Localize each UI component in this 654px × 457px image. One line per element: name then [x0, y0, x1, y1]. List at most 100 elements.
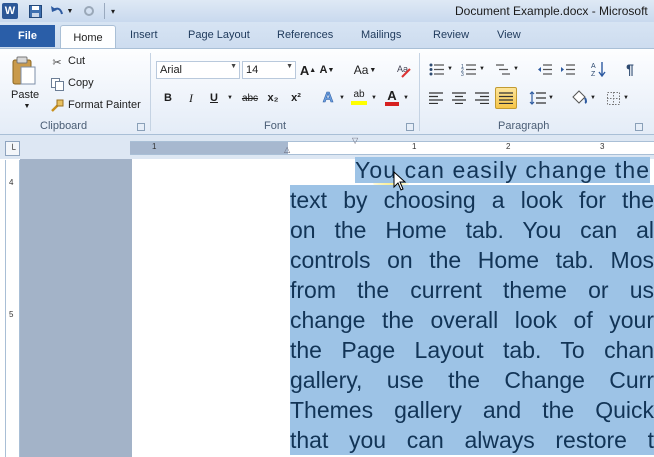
subscript-button[interactable]: x₂ — [265, 90, 281, 106]
align-left-icon[interactable] — [428, 90, 444, 106]
tab-view[interactable]: View — [497, 29, 521, 41]
justify-button[interactable] — [495, 87, 517, 109]
window-title: Document Example.docx - Microsoft — [455, 4, 648, 18]
font-color-button[interactable]: A — [384, 88, 400, 106]
borders-dropdown-icon[interactable]: ▼ — [622, 90, 630, 106]
vertical-ruler[interactable]: 4 5 — [5, 160, 20, 457]
shading-dropdown-icon[interactable]: ▼ — [589, 90, 597, 106]
font-color-bar — [385, 101, 399, 106]
tab-review[interactable]: Review — [433, 29, 469, 41]
tab-home[interactable]: Home — [60, 25, 116, 49]
tab-file[interactable]: File — [0, 25, 55, 47]
text-effects-dropdown-icon[interactable]: ▼ — [338, 90, 346, 106]
grow-font-icon: A — [299, 62, 310, 78]
copy-button[interactable]: Copy — [68, 77, 94, 89]
strikethrough-button[interactable]: abc — [240, 90, 260, 106]
paragraph-dialog-launcher-icon[interactable] — [635, 123, 643, 131]
qat-separator — [104, 3, 105, 19]
font-color-dropdown-icon[interactable]: ▼ — [402, 90, 410, 106]
selected-text: controls on the Home tab. Mos — [290, 245, 654, 275]
increase-indent-icon[interactable] — [559, 61, 575, 77]
sort-icon[interactable]: AZ — [590, 60, 606, 78]
highlight-color-bar — [351, 101, 367, 105]
redo-icon[interactable] — [82, 3, 96, 19]
paste-dropdown-icon[interactable]: ▼ — [23, 103, 31, 110]
format-painter-icon[interactable] — [50, 98, 64, 112]
change-case-button[interactable]: Aa ▼ — [351, 61, 379, 79]
text-line[interactable]: on the Home tab. You can al — [290, 215, 654, 245]
ruler-tick: 1 — [152, 142, 157, 151]
line-spacing-dropdown-icon[interactable]: ▼ — [547, 90, 555, 106]
font-name-dropdown-icon[interactable]: ▼ — [230, 63, 237, 70]
tab-page-layout[interactable]: Page Layout — [188, 29, 250, 41]
first-line-indent-marker-icon[interactable]: ▽ — [352, 136, 358, 145]
tab-selector-icon[interactable]: └ — [5, 141, 20, 156]
paste-icon[interactable] — [10, 55, 38, 87]
clipboard-dialog-launcher-icon[interactable] — [137, 123, 145, 131]
ribbon: Paste ▼ ✂ Cut Copy Format Painter Clipbo… — [0, 48, 654, 135]
horizontal-ruler[interactable]: 1 1 2 3 ▽ △ — [130, 136, 654, 155]
text-line[interactable]: that you can always restore t — [290, 425, 654, 455]
text-line[interactable]: gallery, use the Change Curr — [290, 365, 654, 395]
undo-icon[interactable] — [49, 3, 65, 19]
underline-button[interactable]: U — [207, 90, 221, 106]
scissors-icon[interactable]: ✂ — [50, 55, 64, 69]
hanging-indent-marker-icon[interactable]: △ — [284, 145, 290, 154]
text-line[interactable]: text by choosing a look for the — [290, 185, 654, 215]
underline-dropdown-icon[interactable]: ▼ — [226, 90, 234, 106]
font-size-dropdown-icon[interactable]: ▼ — [286, 63, 293, 70]
bold-button[interactable]: B — [161, 90, 175, 106]
save-icon[interactable] — [27, 3, 43, 19]
numbering-dropdown-icon[interactable]: ▼ — [478, 61, 486, 77]
line-spacing-icon[interactable] — [528, 90, 546, 106]
selected-text: on the Home tab. You can al — [290, 215, 654, 245]
cut-button[interactable]: Cut — [68, 55, 85, 67]
undo-dropdown-icon[interactable]: ▼ — [66, 3, 74, 19]
tab-references[interactable]: References — [277, 29, 333, 41]
font-dialog-launcher-icon[interactable] — [406, 123, 414, 131]
align-center-icon[interactable] — [451, 90, 467, 106]
grow-font-button[interactable]: A ▲ — [300, 61, 316, 79]
borders-icon[interactable] — [605, 90, 621, 106]
multilevel-list-icon[interactable] — [494, 61, 510, 77]
align-right-icon[interactable] — [474, 90, 490, 106]
highlight-dropdown-icon[interactable]: ▼ — [370, 90, 378, 106]
customize-qat-icon[interactable]: ▾ — [108, 3, 118, 19]
text-line[interactable]: change the overall look of your — [290, 305, 654, 335]
highlight-icon: ab — [353, 89, 365, 100]
font-size-combo[interactable]: 14 ▼ — [242, 61, 296, 79]
text-line[interactable]: from the current theme or us — [290, 275, 654, 305]
italic-button[interactable]: I — [184, 90, 198, 106]
multilevel-list-dropdown-icon[interactable]: ▼ — [512, 61, 520, 77]
text-line[interactable]: controls on the Home tab. Mos — [290, 245, 654, 275]
format-painter-button[interactable]: Format Painter — [68, 99, 141, 111]
copy-icon[interactable] — [50, 77, 64, 91]
text-line[interactable]: the Page Layout tab. To chan — [290, 335, 654, 365]
group-separator — [419, 53, 420, 131]
svg-text:3: 3 — [461, 72, 464, 76]
selected-text: Themes gallery and the Quick — [290, 395, 654, 425]
ruler-tick: 4 — [9, 178, 14, 187]
clear-formatting-icon[interactable]: Aa — [395, 61, 413, 79]
text-line[interactable]: Themes gallery and the Quick — [290, 395, 654, 425]
paste-button[interactable]: Paste — [11, 89, 39, 101]
decrease-indent-icon[interactable] — [536, 61, 552, 77]
highlight-button[interactable]: ab — [350, 88, 368, 106]
show-formatting-marks-icon[interactable]: ¶ — [623, 60, 637, 78]
word-app-icon[interactable]: W — [2, 3, 18, 19]
tab-mailings[interactable]: Mailings — [361, 29, 401, 41]
superscript-button[interactable]: x² — [288, 90, 304, 106]
text-effects-button[interactable]: A — [320, 88, 336, 106]
ruler-tick: 2 — [506, 142, 511, 151]
bullets-icon[interactable] — [428, 61, 444, 77]
bullets-dropdown-icon[interactable]: ▼ — [446, 61, 454, 77]
shrink-font-icon: A — [319, 64, 328, 76]
tab-insert[interactable]: Insert — [130, 29, 158, 41]
selected-text: change the overall look of your — [290, 305, 654, 335]
shading-icon[interactable] — [569, 88, 587, 106]
selected-text: from the current theme or us — [290, 275, 654, 305]
selected-text: the Page Layout tab. To chan — [290, 335, 654, 365]
numbering-icon[interactable]: 123 — [460, 61, 476, 77]
font-name-combo[interactable]: Arial ▼ — [156, 61, 240, 79]
shrink-font-button[interactable]: A ▼ — [319, 61, 335, 79]
